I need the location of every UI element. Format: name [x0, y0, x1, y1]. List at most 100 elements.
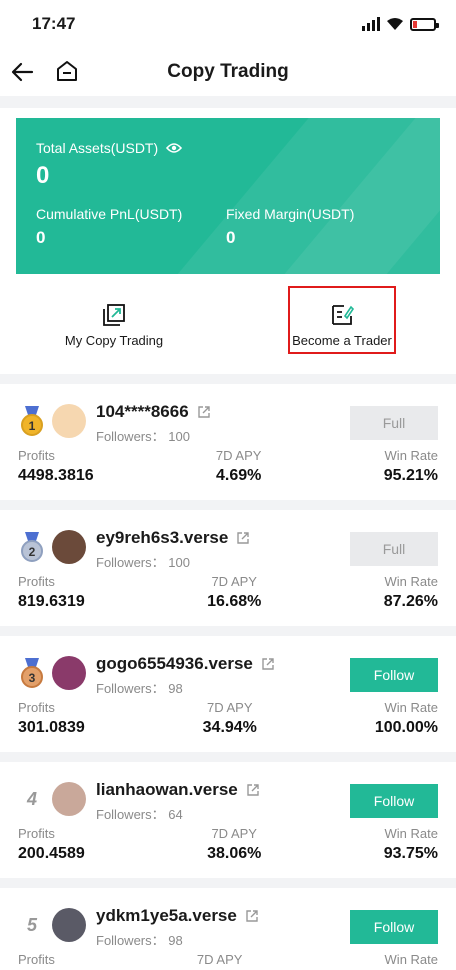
apy-label: 7D APY [196, 952, 243, 967]
fixed-margin-value: 0 [226, 228, 236, 247]
win-rate-label: Win Rate [384, 574, 438, 589]
divider [0, 374, 456, 384]
my-copy-trading-label: My Copy Trading [64, 332, 164, 348]
win-rate-label: Win Rate [384, 826, 438, 841]
apy-value: 16.68% [207, 593, 262, 610]
status-bar: 17:47 [0, 0, 456, 48]
profits-stat: Profits 819.6319 [18, 574, 85, 611]
profits-stat: Profits 200.4589 [18, 826, 85, 863]
win-rate-value: 100.00% [374, 719, 438, 736]
status-icons [362, 17, 439, 31]
win-rate-label: Win Rate [384, 952, 438, 967]
full-button[interactable]: Full [350, 532, 438, 566]
signal-icon [362, 17, 380, 31]
followers-count: Followers： 98 [96, 681, 183, 696]
win-rate-stat: Win Rate [385, 952, 438, 970]
trader-name[interactable]: 104****8666 [96, 402, 189, 422]
trader-row[interactable]: 1 104****8666 Followers： 100 Full Profit… [0, 384, 456, 510]
apy-stat: 7D APY [197, 952, 243, 970]
profits-value: 301.0839 [18, 719, 85, 736]
win-rate-value: 87.26% [383, 593, 438, 610]
followers-count: Followers： 100 [96, 429, 190, 444]
rank-number: 4 [26, 788, 37, 809]
become-trader-button[interactable]: Become a Trader [228, 284, 456, 366]
follow-button[interactable]: Follow [350, 784, 438, 818]
home-icon[interactable] [54, 58, 80, 84]
divider [0, 96, 456, 108]
profits-value: 200.4589 [18, 845, 85, 862]
win-rate-stat: Win Rate 95.21% [384, 448, 438, 485]
rank-badge: 2 [18, 532, 46, 562]
profits-label: Profits [18, 574, 55, 589]
trader-list: 1 104****8666 Followers： 100 Full Profit… [0, 384, 456, 970]
total-assets-label: Total Assets(USDT) [36, 140, 159, 156]
rank-badge: 1 [18, 406, 46, 436]
apy-stat: 7D APY 16.68% [207, 574, 261, 611]
trader-name[interactable]: ey9reh6s3.verse [96, 528, 228, 548]
back-arrow-icon[interactable] [10, 60, 36, 84]
svg-text:1: 1 [29, 419, 36, 433]
trader-row[interactable]: 4 lianhaowan.verse Followers： 64 Follow … [0, 762, 456, 888]
cumulative-pnl-value: 0 [36, 228, 46, 247]
external-link-icon[interactable] [236, 531, 250, 545]
rank-badge: 4 [18, 784, 46, 814]
profits-label: Profits [18, 826, 55, 841]
profits-stat: Profits 301.0839 [18, 700, 85, 737]
bronze-medal-icon: 3 [21, 658, 43, 688]
highlight-box [288, 286, 396, 354]
followers-count: Followers： 100 [96, 555, 190, 570]
avatar[interactable] [52, 656, 86, 690]
apy-label: 7D APY [211, 574, 257, 589]
rank-number: 5 [26, 914, 37, 935]
svg-text:3: 3 [29, 671, 36, 685]
apy-stat: 7D APY 38.06% [207, 826, 261, 863]
my-copy-trading-button[interactable]: My Copy Trading [0, 284, 228, 366]
rank-badge: 5 [18, 910, 46, 940]
full-button[interactable]: Full [350, 406, 438, 440]
status-time: 17:47 [32, 14, 76, 33]
apy-stat: 7D APY 34.94% [203, 700, 257, 737]
trader-row[interactable]: 3 gogo6554936.verse Followers： 98 Follow… [0, 636, 456, 762]
trader-name[interactable]: gogo6554936.verse [96, 654, 253, 674]
rank-badge: 3 [18, 658, 46, 688]
total-assets-label-row: Total Assets(USDT) [36, 140, 420, 156]
trader-name[interactable]: lianhaowan.verse [96, 780, 238, 800]
actions-row: My Copy Trading Become a Trader [0, 284, 456, 366]
profits-value: 819.6319 [18, 593, 85, 610]
total-assets-value: 0 [36, 162, 50, 189]
win-rate-stat: Win Rate 100.00% [375, 700, 438, 737]
avatar[interactable] [52, 530, 86, 564]
win-rate-value: 93.75% [383, 845, 438, 862]
fixed-margin: Fixed Margin(USDT) 0 [226, 206, 416, 248]
external-link-icon[interactable] [245, 909, 259, 923]
trader-row[interactable]: 2 ey9reh6s3.verse Followers： 100 Full Pr… [0, 510, 456, 636]
follow-button[interactable]: Follow [350, 910, 438, 944]
avatar[interactable] [52, 908, 86, 942]
trader-row[interactable]: 5 ydkm1ye5a.verse Followers： 98 Follow P… [0, 888, 456, 970]
nav-bar: Copy Trading [0, 48, 456, 96]
copy-trading-icon [103, 303, 125, 326]
profits-stat: Profits [18, 952, 55, 970]
apy-value: 4.69% [216, 467, 262, 484]
external-link-icon[interactable] [197, 405, 211, 419]
apy-value: 34.94% [202, 719, 257, 736]
win-rate-label: Win Rate [384, 448, 438, 463]
win-rate-value: 95.21% [383, 467, 438, 484]
follow-button[interactable]: Follow [350, 658, 438, 692]
silver-medal-icon: 2 [21, 532, 43, 562]
profits-value: 4498.3816 [18, 467, 94, 484]
profits-stat: Profits 4498.3816 [18, 448, 94, 485]
battery-icon [410, 17, 439, 31]
assets-card: Total Assets(USDT) 0 Cumulative PnL(USDT… [16, 118, 440, 274]
trader-name[interactable]: ydkm1ye5a.verse [96, 906, 237, 926]
profits-label: Profits [18, 448, 55, 463]
avatar[interactable] [52, 782, 86, 816]
external-link-icon[interactable] [246, 783, 260, 797]
win-rate-stat: Win Rate 87.26% [384, 574, 438, 611]
external-link-icon[interactable] [261, 657, 275, 671]
win-rate-label: Win Rate [384, 700, 438, 715]
eye-icon[interactable] [166, 142, 183, 154]
avatar[interactable] [52, 404, 86, 438]
win-rate-stat: Win Rate 93.75% [384, 826, 438, 863]
svg-text:2: 2 [29, 545, 36, 559]
